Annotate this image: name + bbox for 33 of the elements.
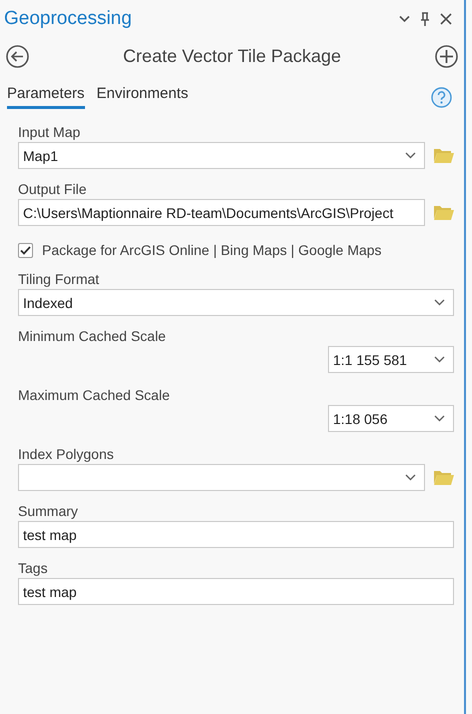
back-icon[interactable] [6, 44, 29, 68]
tab[interactable]: Environments [96, 85, 188, 109]
chevron-down-icon [434, 415, 445, 422]
text-field[interactable]: test map [18, 521, 454, 548]
chevron-down-icon [434, 356, 445, 363]
field-label: Input Map [18, 124, 80, 140]
chevron-down-icon [434, 299, 445, 306]
text-field[interactable]: test map [18, 578, 454, 605]
field-label: Index Polygons [18, 446, 114, 462]
chevron-down-icon[interactable] [399, 15, 410, 23]
chevron-down-icon [405, 474, 416, 481]
field-label: Tags [18, 560, 48, 576]
help-icon[interactable] [431, 86, 452, 108]
close-icon[interactable] [440, 13, 452, 25]
chevron-down-icon [405, 152, 416, 159]
field-label: Output File [18, 181, 86, 197]
field-label: Maximum Cached Scale [18, 387, 170, 403]
checkbox-label[interactable]: Package for ArcGIS Online | Bing Maps | Google Maps [42, 242, 382, 258]
tool-title: Create Vector Tile Package [122, 46, 342, 66]
dropdown-field[interactable]: Map1 [18, 142, 425, 169]
field-label: Minimum Cached Scale [18, 328, 166, 344]
dropdown-field[interactable]: 1:1 155 581 [328, 346, 454, 373]
checkbox[interactable] [18, 242, 33, 258]
tab[interactable]: Parameters [7, 85, 85, 109]
dropdown-field[interactable] [18, 464, 425, 491]
text-field[interactable]: C:\Users\Maptionnaire RD-team\Documents\ArcGIS\Project [18, 199, 425, 226]
add-icon[interactable] [435, 44, 458, 68]
dropdown-field[interactable]: Indexed [18, 289, 454, 316]
field-label: Summary [18, 503, 78, 519]
dropdown-field[interactable]: 1:18 056 [328, 405, 454, 432]
field-label: Tiling Format [18, 271, 100, 287]
pane-title: Geoprocessing [4, 8, 133, 30]
pin-icon[interactable] [420, 12, 430, 26]
